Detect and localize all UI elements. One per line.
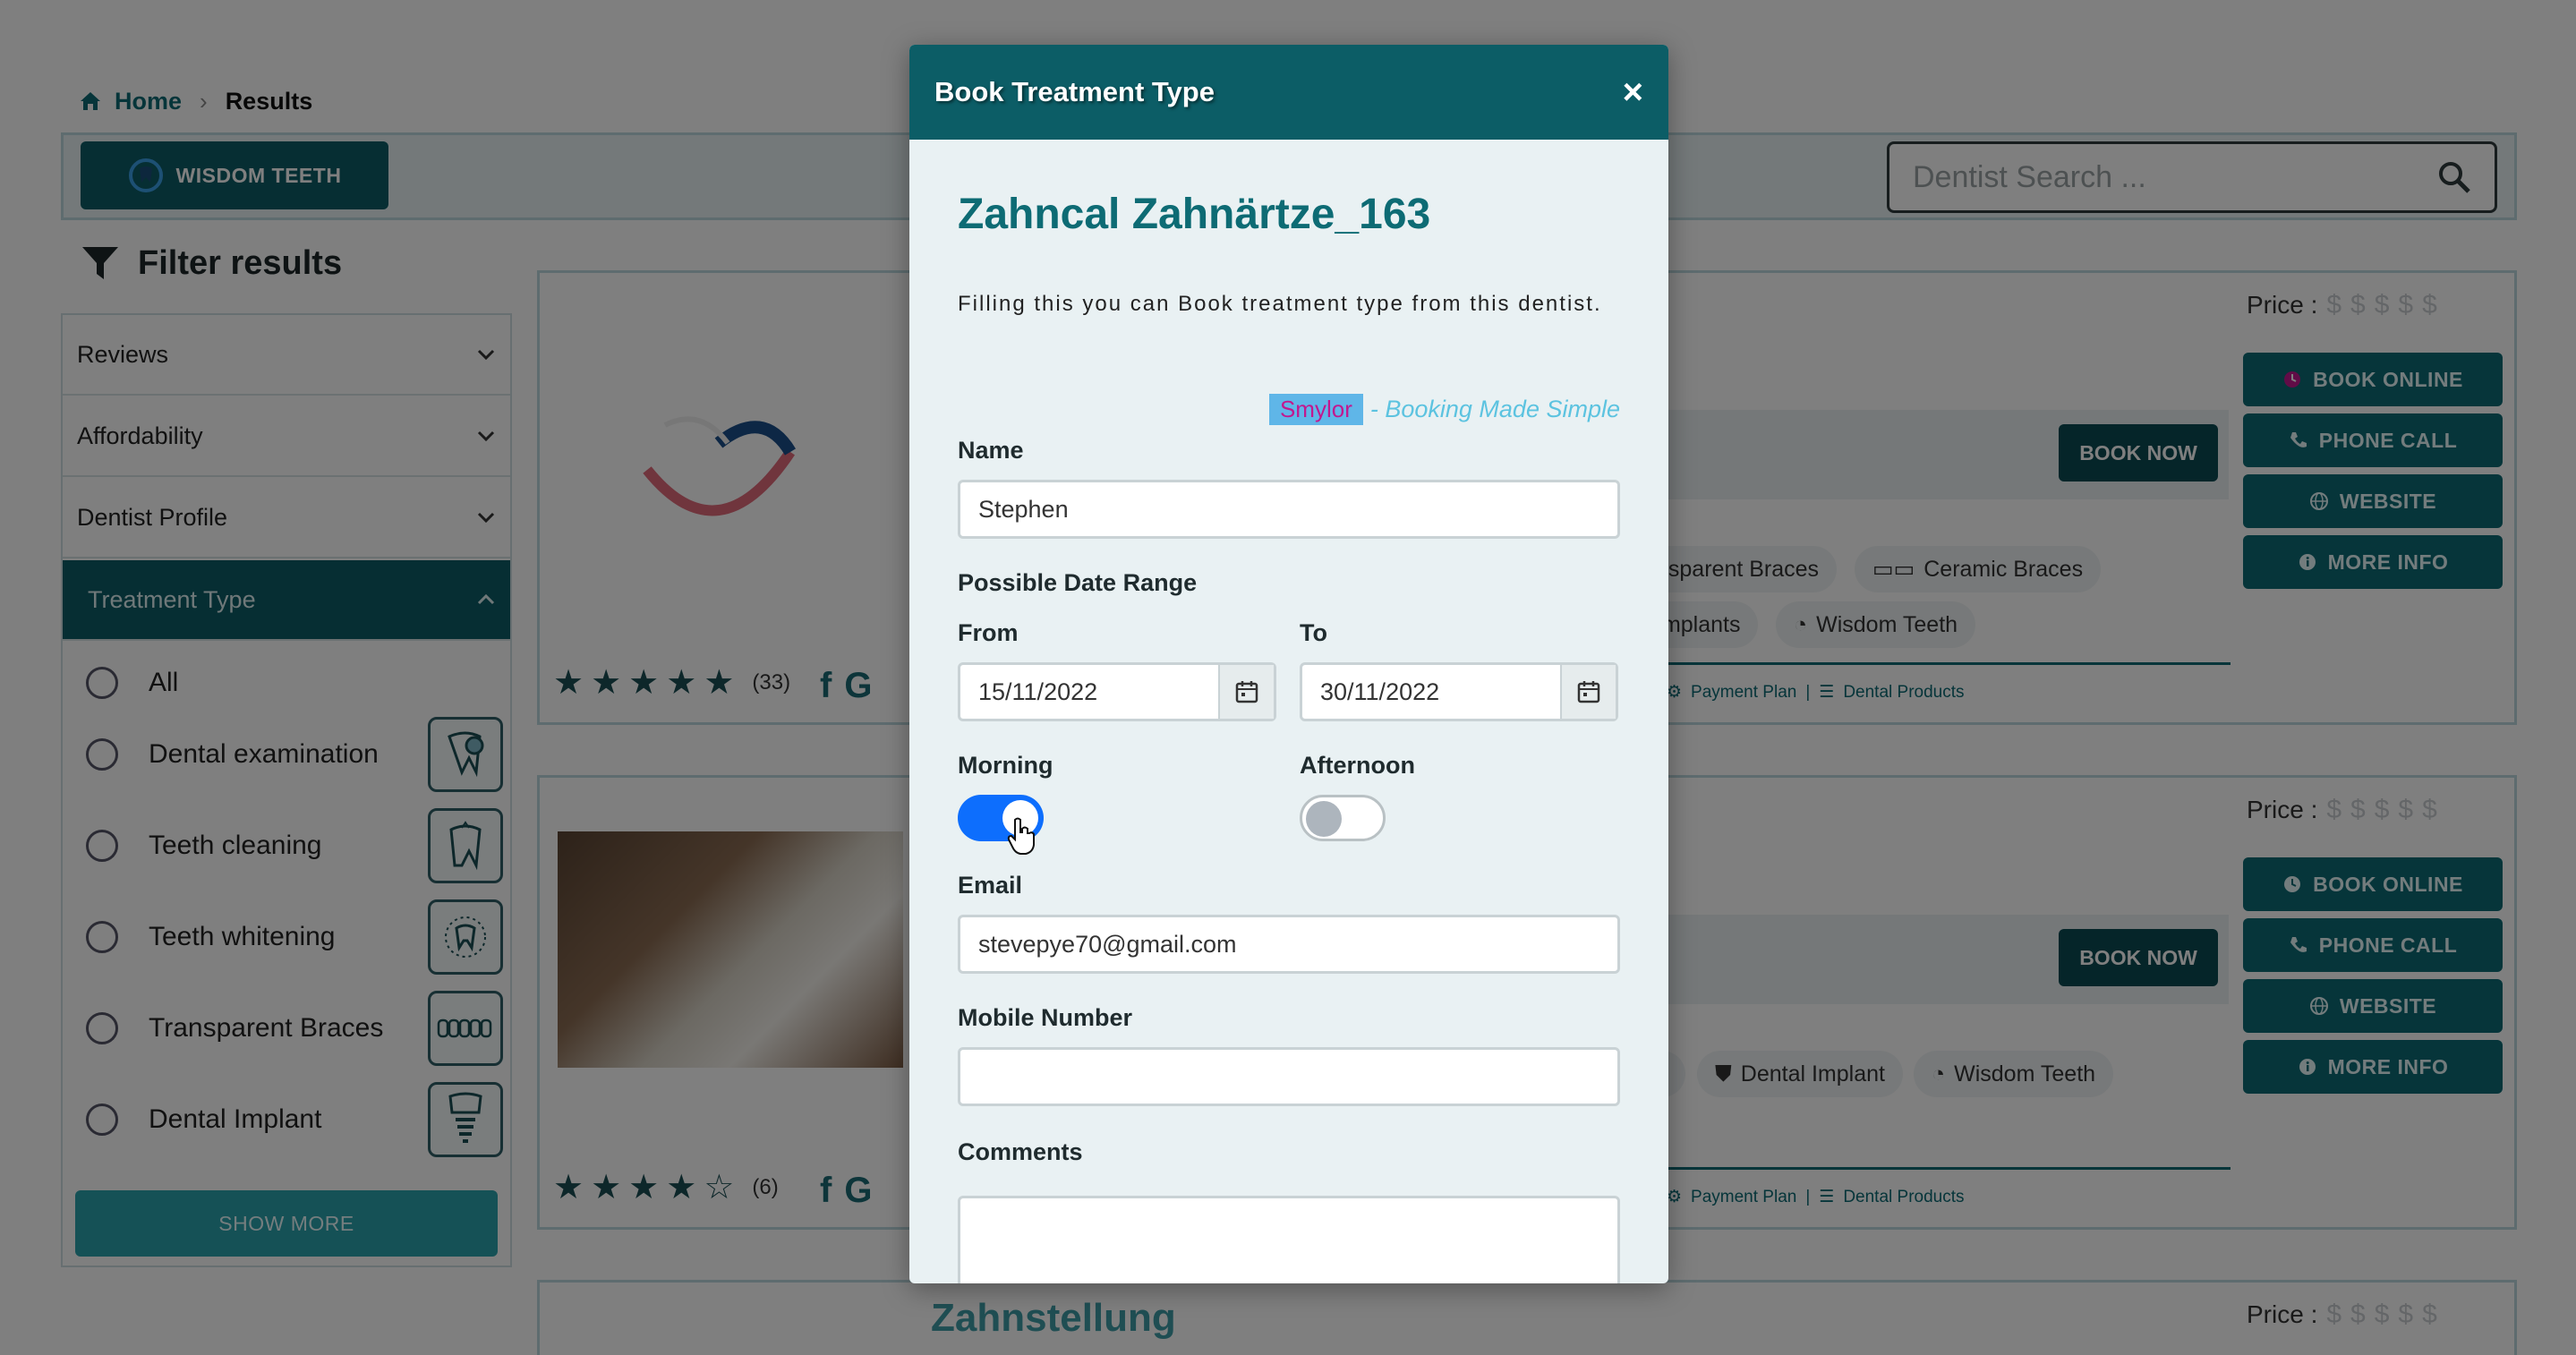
toggle-knob (1306, 801, 1342, 837)
calendar-icon[interactable] (1560, 665, 1616, 719)
hand-cursor-icon (1007, 817, 1035, 855)
brand-line: Smylor - Booking Made Simple (1241, 394, 1620, 425)
from-date-field[interactable]: 15/11/2022 (958, 662, 1276, 721)
date-range-label: Possible Date Range (958, 569, 1198, 596)
clinic-name: Zahncal Zahnärtze_163 (958, 191, 1431, 238)
email-label: Email (958, 872, 1023, 899)
from-label: From (958, 619, 1019, 646)
comments-label: Comments (958, 1138, 1083, 1165)
afternoon-label: Afternoon (1300, 752, 1415, 779)
name-label: Name (958, 437, 1024, 464)
smylor-logo: Smylor (1268, 394, 1363, 425)
to-date-field[interactable]: 30/11/2022 (1300, 662, 1618, 721)
afternoon-toggle[interactable] (1300, 795, 1386, 841)
modal-description: Filling this you can Book treatment type… (958, 292, 1602, 316)
close-icon[interactable]: × (1623, 72, 1643, 113)
morning-label: Morning (958, 752, 1053, 779)
name-field[interactable]: Stephen (958, 480, 1620, 539)
email-field[interactable]: stevepye70@gmail.com (958, 915, 1620, 974)
to-date-value: 30/11/2022 (1320, 678, 1440, 705)
name-value: Stephen (978, 495, 1069, 523)
dentist-name[interactable]: Zahnstellung (931, 1296, 1176, 1341)
brand-tagline: - Booking Made Simple (1369, 396, 1620, 422)
to-label: To (1300, 619, 1327, 646)
calendar-icon[interactable] (1218, 665, 1274, 719)
mobile-number-label: Mobile Number (958, 1004, 1133, 1031)
from-date-value: 15/11/2022 (978, 678, 1098, 705)
modal-title: Book Treatment Type (934, 76, 1215, 107)
email-value: stevepye70@gmail.com (978, 930, 1237, 958)
book-treatment-modal: Book Treatment Type × Zahncal Zahnärtze_… (909, 45, 1668, 1283)
comments-field[interactable] (958, 1196, 1620, 1283)
modal-header: Book Treatment Type × (909, 45, 1668, 140)
mobile-number-field[interactable] (958, 1047, 1620, 1106)
